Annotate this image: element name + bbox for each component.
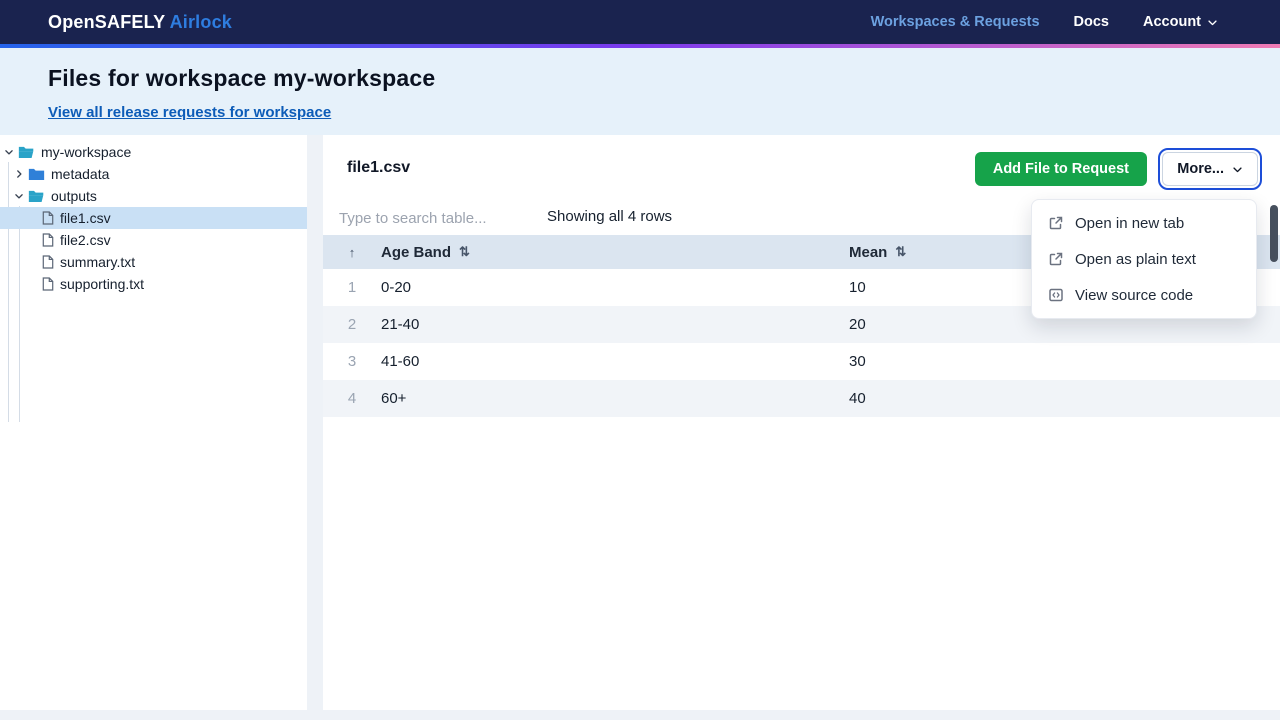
tree-item-label: outputs	[51, 188, 97, 204]
file-panel-header: file1.csv Add File to Request More...	[323, 135, 1280, 203]
scrollbar-thumb[interactable]	[1270, 205, 1278, 262]
table-row: 4 60+ 40	[323, 380, 1280, 417]
menu-item-label: View source code	[1075, 287, 1193, 304]
index-column-header[interactable]: ↑	[323, 245, 381, 260]
folder-open-icon	[28, 189, 45, 203]
file-icon	[42, 233, 54, 247]
tree-item-label: metadata	[51, 166, 109, 182]
table-search-input[interactable]	[339, 205, 529, 231]
nav-docs-link[interactable]: Docs	[1074, 14, 1109, 30]
column-header-label: Mean	[849, 244, 887, 261]
chevron-down-icon[interactable]	[12, 191, 26, 201]
age-band-cell: 0-20	[381, 279, 849, 296]
tree-item-label: my-workspace	[41, 144, 131, 160]
tree-item-label: file2.csv	[60, 232, 111, 248]
rows-status-text: Showing all 4 rows	[547, 208, 672, 225]
brand-logo[interactable]: OpenSAFELY Airlock	[48, 12, 232, 33]
tree-item-supporting-txt[interactable]: supporting.txt	[0, 273, 307, 295]
nav-links: Workspaces & Requests Docs Account	[871, 14, 1218, 30]
more-dropdown-menu: Open in new tab Open as plain text View …	[1031, 199, 1257, 319]
brand-secondary: Airlock	[170, 12, 232, 32]
column-header-label: Age Band	[381, 244, 451, 261]
more-button[interactable]: More...	[1162, 152, 1258, 186]
row-index: 3	[323, 353, 381, 370]
menu-item-label: Open in new tab	[1075, 215, 1184, 232]
tree-item-metadata[interactable]: metadata	[0, 163, 307, 185]
menu-item-view-source-code[interactable]: View source code	[1032, 277, 1256, 313]
folder-open-icon	[18, 145, 35, 159]
mean-cell: 30	[849, 353, 1280, 370]
nav-workspaces-requests-link[interactable]: Workspaces & Requests	[871, 14, 1040, 30]
brand-primary: OpenSAFELY	[48, 12, 165, 32]
code-icon	[1048, 287, 1064, 303]
row-index: 1	[323, 279, 381, 296]
file-tree-sidebar: my-workspace metadata outputs file1.csv …	[0, 135, 307, 710]
tree-item-label: file1.csv	[60, 210, 111, 226]
page-header: Files for workspace my-workspace View al…	[0, 48, 1280, 135]
nav-account-menu[interactable]: Account	[1143, 14, 1218, 30]
sort-ascending-icon[interactable]: ↑	[349, 245, 356, 260]
file-icon	[42, 277, 54, 291]
external-link-icon	[1048, 251, 1064, 267]
external-link-icon	[1048, 215, 1064, 231]
file-icon	[42, 211, 54, 225]
folder-icon	[28, 167, 45, 181]
menu-item-label: Open as plain text	[1075, 251, 1196, 268]
vertical-scrollbar[interactable]	[1270, 205, 1278, 554]
menu-item-open-as-plain-text[interactable]: Open as plain text	[1032, 241, 1256, 277]
age-band-cell: 21-40	[381, 316, 849, 333]
tree-item-label: supporting.txt	[60, 276, 144, 292]
add-file-to-request-button[interactable]: Add File to Request	[975, 152, 1147, 186]
tree-item-my-workspace[interactable]: my-workspace	[0, 141, 307, 163]
file-title: file1.csv	[347, 159, 410, 177]
top-navbar: OpenSAFELY Airlock Workspaces & Requests…	[0, 0, 1280, 44]
tree-item-file2-csv[interactable]: file2.csv	[0, 229, 307, 251]
sort-toggle-icon[interactable]: ⇅	[895, 244, 906, 260]
tree-item-outputs[interactable]: outputs	[0, 185, 307, 207]
row-index: 4	[323, 390, 381, 407]
tree-item-label: summary.txt	[60, 254, 135, 270]
tree-item-summary-txt[interactable]: summary.txt	[0, 251, 307, 273]
nav-account-label: Account	[1143, 14, 1201, 30]
chevron-down-icon[interactable]	[2, 147, 16, 157]
more-button-label: More...	[1177, 161, 1224, 177]
age-band-column-header[interactable]: Age Band ⇅	[381, 244, 849, 261]
menu-item-open-in-new-tab[interactable]: Open in new tab	[1032, 205, 1256, 241]
mean-cell: 40	[849, 390, 1280, 407]
age-band-cell: 41-60	[381, 353, 849, 370]
chevron-down-icon	[1232, 164, 1243, 175]
chevron-right-icon[interactable]	[12, 169, 26, 179]
table-row: 3 41-60 30	[323, 343, 1280, 380]
view-release-requests-link[interactable]: View all release requests for workspace	[48, 104, 331, 121]
age-band-cell: 60+	[381, 390, 849, 407]
sort-toggle-icon[interactable]: ⇅	[459, 244, 470, 260]
row-index: 2	[323, 316, 381, 333]
page-title: Files for workspace my-workspace	[48, 65, 1232, 92]
file-icon	[42, 255, 54, 269]
chevron-down-icon	[1207, 17, 1218, 28]
tree-item-file1-csv[interactable]: file1.csv	[0, 207, 307, 229]
